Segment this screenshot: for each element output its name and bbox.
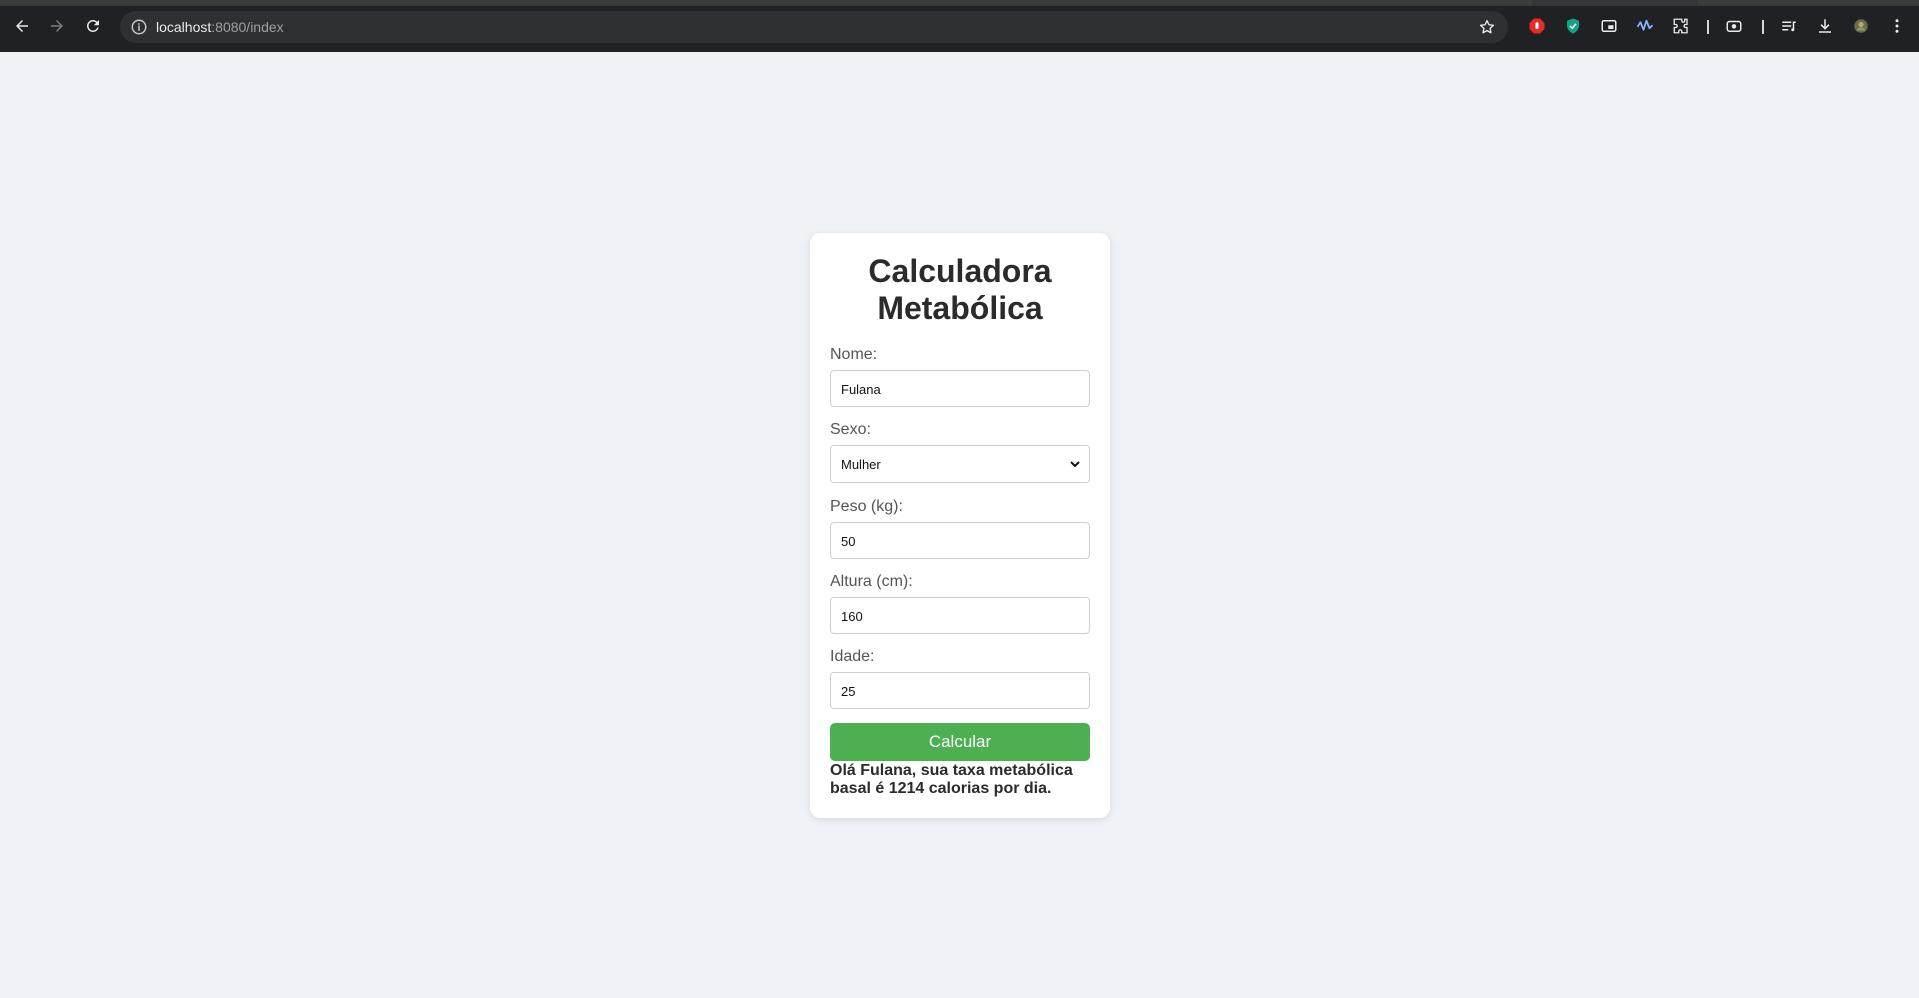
url-path: :8080/index (211, 19, 284, 35)
peso-input[interactable]: 50 (830, 522, 1090, 559)
tab-edge (1698, 0, 1919, 6)
shield-check-icon (1567, 18, 1579, 34)
avatar-icon (1854, 19, 1868, 33)
tab-active-edge (0, 0, 1532, 6)
more-vertical-icon (1895, 19, 1899, 33)
window-extension-icon[interactable] (1599, 16, 1619, 36)
url-text: localhost:8080/index (156, 19, 284, 35)
idade-input[interactable]: 25 (830, 672, 1090, 709)
altura-label: Altura (cm): (830, 573, 913, 590)
stop-hand-icon (1529, 18, 1545, 34)
url-host: localhost (156, 19, 212, 35)
sexo-value: Mulher (841, 457, 881, 472)
altura-value: 160 (841, 609, 863, 624)
site-info-icon[interactable] (130, 18, 148, 36)
title-line-1: Calculadora (868, 253, 1052, 289)
peso-label: Peso (kg): (830, 498, 903, 515)
altura-input[interactable]: 160 (830, 597, 1090, 634)
toolbar-separator (1707, 20, 1709, 34)
sexo-select[interactable]: Mulher (830, 445, 1090, 483)
tab-strip (0, 0, 1919, 6)
title-line-2: Metabólica (877, 290, 1043, 326)
reload-icon (86, 19, 99, 32)
browser-menu-button[interactable] (1887, 16, 1907, 36)
extensions-button[interactable] (1671, 16, 1691, 36)
browser-toolbar: localhost:8080/index (0, 0, 1919, 52)
address-bar[interactable]: localhost:8080/index (120, 11, 1508, 43)
chevron-down-icon (1070, 461, 1080, 468)
calculator-card: Calculadora Metabólica Nome: Fulana Sexo… (810, 233, 1110, 818)
playlist-icon (1782, 21, 1796, 32)
page-title: Calculadora Metabólica (810, 253, 1110, 327)
media-queue-button[interactable] (1779, 16, 1799, 36)
waveform-icon (1636, 19, 1654, 31)
toolbar-separator-2 (1762, 20, 1764, 34)
back-button[interactable] (11, 15, 33, 37)
wave-extension-icon[interactable] (1635, 16, 1655, 36)
window-icon (1601, 20, 1617, 32)
sexo-label: Sexo: (830, 421, 871, 438)
profile-button[interactable] (1851, 16, 1871, 36)
download-icon (1819, 19, 1831, 33)
adblock-extension-icon[interactable] (1527, 16, 1547, 36)
forward-button[interactable] (46, 15, 68, 37)
puzzle-icon (1673, 18, 1688, 34)
nome-value: Fulana (841, 382, 881, 397)
nome-label: Nome: (830, 346, 878, 363)
screenshot-extension-icon[interactable] (1724, 16, 1744, 36)
idade-label: Idade: (830, 648, 875, 665)
idade-value: 25 (841, 684, 856, 699)
camera-capture-icon (1726, 20, 1742, 32)
nome-input[interactable]: Fulana (830, 370, 1090, 407)
peso-value: 50 (841, 534, 856, 549)
back-arrow-icon (16, 20, 28, 32)
forward-arrow-icon (51, 20, 63, 32)
result-text: Olá Fulana, sua taxa metabólica basal é … (830, 762, 1073, 797)
downloads-button[interactable] (1815, 16, 1835, 36)
calcular-button[interactable]: Calcular (830, 723, 1090, 761)
reload-button[interactable] (82, 15, 104, 37)
shield-extension-icon[interactable] (1563, 16, 1583, 36)
bookmark-star-icon[interactable] (1478, 18, 1496, 36)
